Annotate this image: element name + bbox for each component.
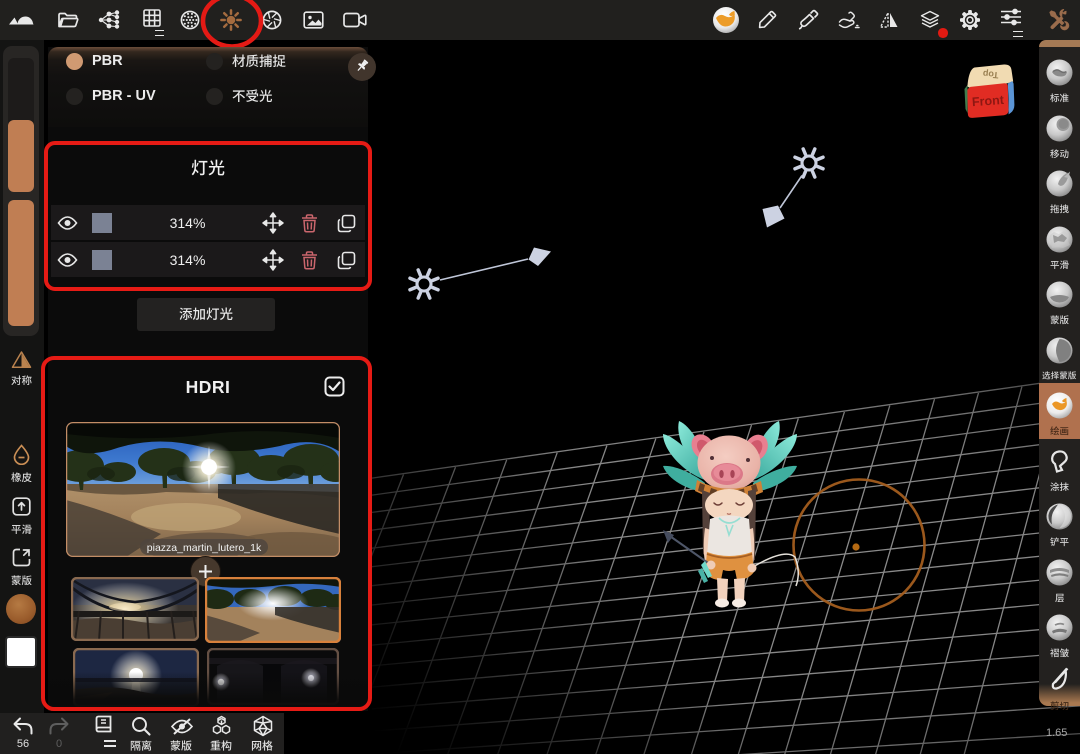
svg-text:Top: Top	[982, 69, 999, 81]
svg-text:Front: Front	[972, 93, 1006, 109]
